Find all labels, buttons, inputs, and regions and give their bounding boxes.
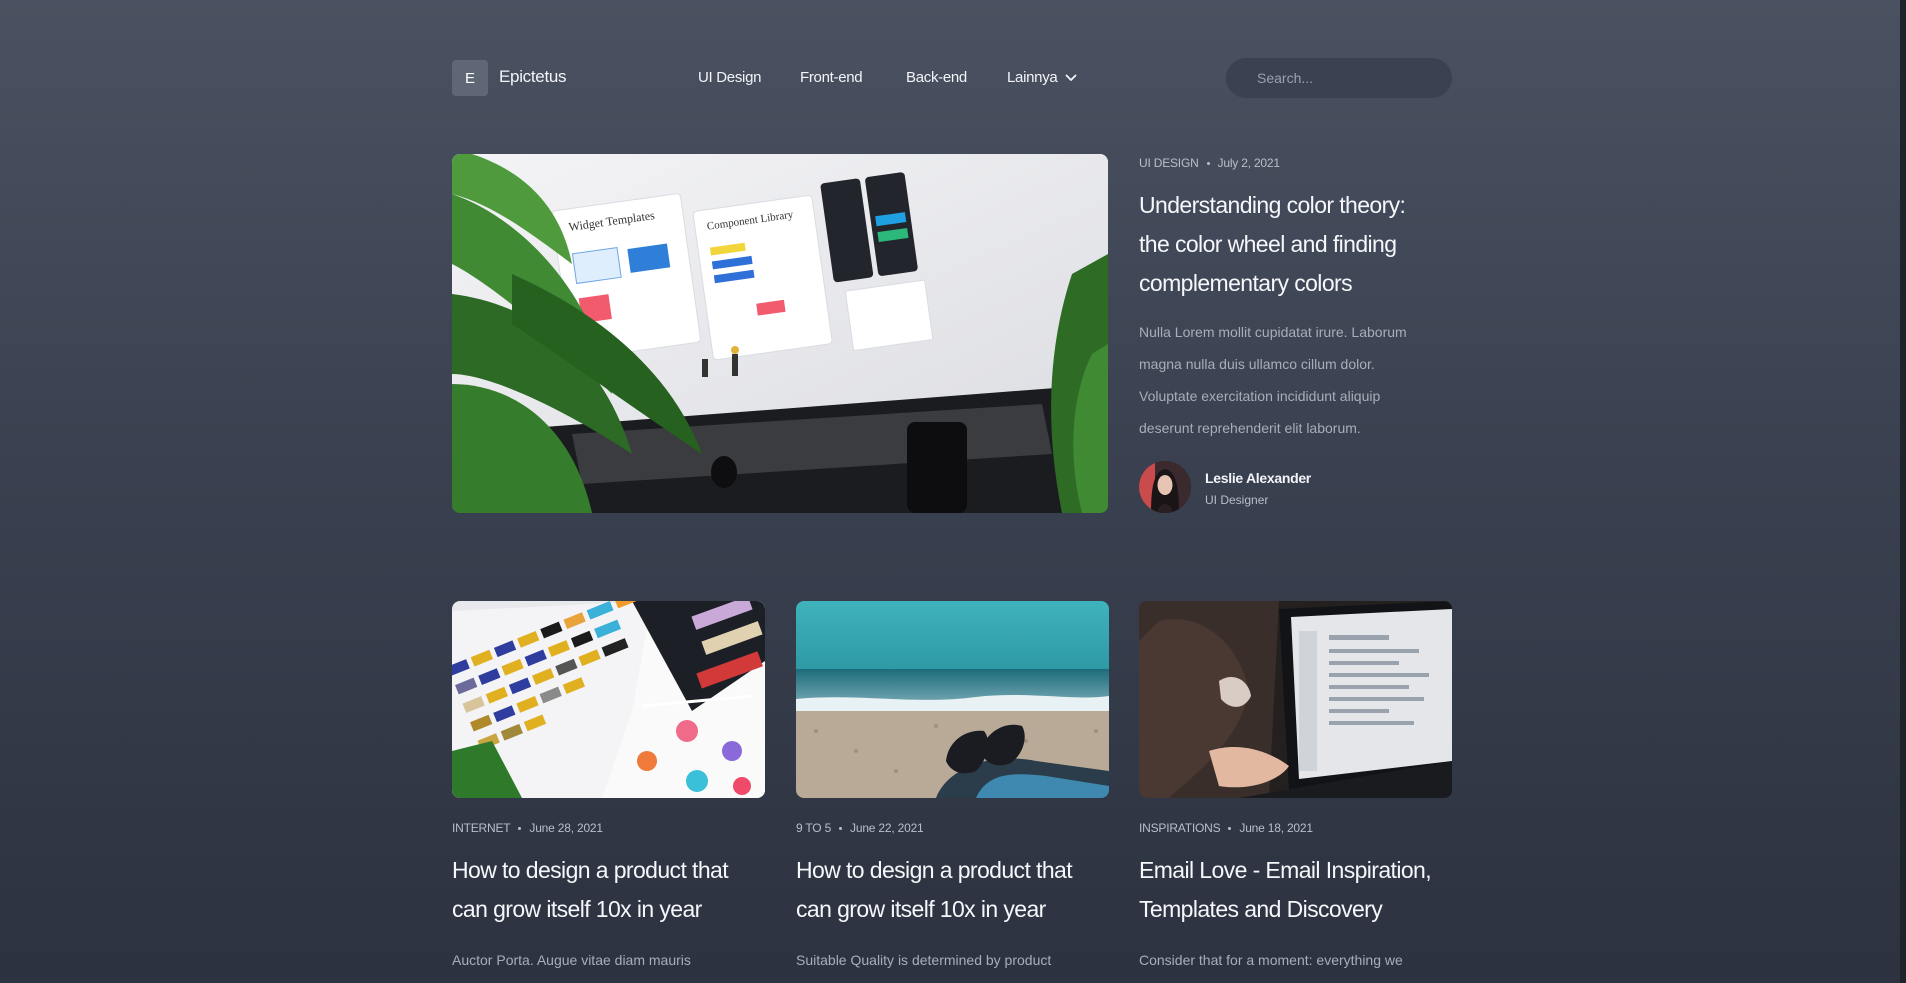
separator-dot (839, 826, 843, 830)
post-date: June 18, 2021 (1239, 821, 1313, 835)
post-date: June 28, 2021 (529, 821, 603, 835)
post-meta: INTERNET June 28, 2021 (452, 821, 603, 835)
separator-dot (1228, 826, 1232, 830)
post-date: June 22, 2021 (850, 821, 924, 835)
post-card[interactable]: INTERNET June 28, 2021 How to design a p… (452, 601, 765, 968)
post-meta: INSPIRATIONS June 18, 2021 (1139, 821, 1313, 835)
post-category[interactable]: INTERNET (452, 821, 511, 835)
beach-illustration (796, 601, 1109, 798)
nav-front-end[interactable]: Front-end (800, 69, 863, 86)
hero-category[interactable]: UI DESIGN (1139, 156, 1199, 170)
post-card-image[interactable] (1139, 601, 1452, 798)
post-excerpt: Consider that for a moment: everything w… (1139, 952, 1403, 968)
hero-excerpt: Nulla Lorem mollit cupidatat irure. Labo… (1139, 324, 1407, 436)
avatar (1139, 461, 1191, 513)
post-category[interactable]: 9 TO 5 (796, 821, 831, 835)
nav-more-label: Lainnya (1007, 69, 1058, 86)
post-title[interactable]: Email Love - Email Inspiration, Template… (1139, 851, 1439, 929)
post-title[interactable]: How to design a product that can grow it… (796, 851, 1096, 929)
post-meta: 9 TO 5 June 22, 2021 (796, 821, 924, 835)
hero-date: July 2, 2021 (1217, 156, 1281, 170)
search-input[interactable] (1226, 58, 1452, 98)
author-name[interactable]: Leslie Alexander (1205, 470, 1311, 486)
author-role: UI Designer (1205, 493, 1269, 507)
laptop-illustration (1139, 601, 1452, 798)
hero-meta: UI DESIGN July 2, 2021 (1139, 156, 1280, 170)
separator-dot (518, 826, 522, 830)
post-card-image[interactable] (452, 601, 765, 798)
nav-ui-design[interactable]: UI Design (698, 69, 761, 86)
color-swatches-illustration (452, 601, 765, 798)
post-card[interactable]: INSPIRATIONS June 18, 2021 Email Love - … (1139, 601, 1452, 968)
nav-more-dropdown[interactable]: Lainnya (1007, 69, 1077, 86)
post-card[interactable]: 9 TO 5 June 22, 2021 How to design a pro… (796, 601, 1109, 968)
post-excerpt: Suitable Quality is determined by produc… (796, 952, 1052, 968)
hero-illustration: Widget Templates Component Library (452, 154, 1108, 513)
brand-name[interactable]: Epictetus (499, 67, 567, 87)
separator-dot (1206, 161, 1210, 165)
nav-back-end[interactable]: Back-end (906, 69, 967, 86)
page-scrollbar[interactable] (1900, 0, 1906, 983)
post-excerpt: Auctor Porta. Augue vitae diam mauris (452, 952, 691, 968)
hero-image[interactable]: Widget Templates Component Library (452, 154, 1108, 513)
logo-mark[interactable]: E (452, 60, 488, 96)
post-card-image[interactable] (796, 601, 1109, 798)
post-category[interactable]: INSPIRATIONS (1139, 821, 1221, 835)
hero-title[interactable]: Understanding color theory: the color wh… (1139, 186, 1429, 303)
author-avatar-image (1139, 461, 1191, 513)
chevron-down-icon (1066, 74, 1077, 81)
post-title[interactable]: How to design a product that can grow it… (452, 851, 752, 929)
